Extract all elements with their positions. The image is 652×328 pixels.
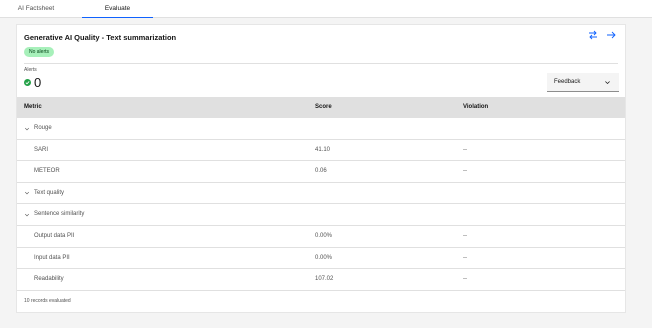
metric-name: Rouge <box>34 125 52 131</box>
card-title: Generative AI Quality - Text summarizati… <box>24 33 177 42</box>
table-row: Readability 107.02 -- <box>17 269 625 291</box>
metric-name: METEOR <box>34 168 60 175</box>
table-group-row[interactable]: Text quality <box>17 183 625 205</box>
metric-score: 0.06 <box>315 168 327 175</box>
table-group-row[interactable]: Sentence similarity <box>17 204 625 226</box>
metric-violation: -- <box>463 168 467 175</box>
metric-violation: -- <box>463 146 467 153</box>
checkmark-circle-icon <box>24 78 31 86</box>
metric-violation: -- <box>463 254 467 261</box>
metric-name: SARI <box>34 146 49 153</box>
table-row: SARI 41.10 -- <box>17 140 625 162</box>
tab-evaluate[interactable]: Evaluate <box>82 0 153 18</box>
table-header: Metric Score Violation <box>17 97 625 118</box>
metric-violation: -- <box>463 232 467 239</box>
metrics-table: Metric Score Violation Rouge SARI 41.10 … <box>17 97 625 291</box>
metric-violation: -- <box>463 276 467 283</box>
arrow-right-icon[interactable] <box>606 30 616 40</box>
metric-score: 107.02 <box>315 276 334 283</box>
metric-score: 0.00% <box>315 254 333 261</box>
metric-name: Text quality <box>34 189 65 196</box>
metric-name: Input data PII <box>34 254 70 261</box>
feedback-label: Feedback <box>554 79 581 85</box>
chevron-down-icon[interactable] <box>24 212 30 218</box>
alerts-count: 0 <box>34 74 42 90</box>
metric-score: 0.00% <box>315 232 333 239</box>
column-header-violation: Violation <box>463 104 489 110</box>
divider <box>24 63 618 64</box>
alerts-summary: 0 <box>24 75 41 89</box>
metric-name: Readability <box>34 276 64 283</box>
column-header-metric: Metric <box>24 104 42 110</box>
evaluation-card: Generative AI Quality - Text summarizati… <box>16 24 626 313</box>
chevron-down-icon[interactable] <box>24 126 30 132</box>
metric-name: Sentence similarity <box>34 211 85 218</box>
table-row: Input data PII 0.00% -- <box>17 248 625 270</box>
records-count: 10 records evaluated <box>24 298 71 304</box>
alerts-label: Alerts <box>24 67 37 73</box>
metric-name: Output data PII <box>34 232 75 239</box>
table-row: Output data PII 0.00% -- <box>17 226 625 248</box>
status-badge: No alerts <box>24 47 55 57</box>
compare-icon[interactable] <box>588 30 598 40</box>
tab-bar: AI Factsheet Evaluate <box>0 0 652 18</box>
chevron-down-icon <box>605 81 610 85</box>
chevron-down-icon[interactable] <box>24 190 30 196</box>
column-header-score: Score <box>315 104 332 110</box>
metric-score: 41.10 <box>315 146 331 153</box>
tab-ai-factsheet[interactable]: AI Factsheet <box>6 0 66 18</box>
table-row: METEOR 0.06 -- <box>17 161 625 183</box>
feedback-dropdown[interactable]: Feedback <box>547 73 619 92</box>
table-group-row[interactable]: Rouge <box>17 118 625 140</box>
